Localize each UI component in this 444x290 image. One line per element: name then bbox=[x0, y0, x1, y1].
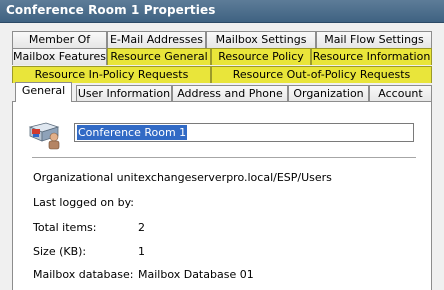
window-title: Conference Room 1 Properties bbox=[6, 3, 216, 17]
tab-resource-general[interactable]: Resource General bbox=[107, 48, 211, 65]
conference-room-mailbox-icon bbox=[26, 119, 66, 154]
last-logged-on-by-label: Last logged on by: bbox=[33, 196, 135, 209]
tab-resource-out-of-policy-requests[interactable]: Resource Out-of-Policy Requests bbox=[211, 66, 432, 83]
organizational-unit-value: exchangeserverpro.local/ESP/Users bbox=[138, 171, 332, 184]
display-name-field[interactable]: Conference Room 1 bbox=[74, 123, 414, 142]
tab-user-information[interactable]: User Information bbox=[76, 85, 172, 102]
tab-organization[interactable]: Organization bbox=[288, 85, 369, 102]
separator-line bbox=[32, 157, 416, 158]
title-bar[interactable]: Conference Room 1 Properties bbox=[0, 0, 444, 23]
tab-mail-flow-settings[interactable]: Mail Flow Settings bbox=[316, 31, 432, 48]
tab-address-and-phone[interactable]: Address and Phone bbox=[172, 85, 288, 102]
tab-resource-information[interactable]: Resource Information bbox=[311, 48, 432, 65]
display-name-text: Conference Room 1 bbox=[77, 125, 188, 140]
tab-account[interactable]: Account bbox=[369, 85, 432, 102]
tab-general[interactable]: General bbox=[15, 82, 72, 102]
total-items-value: 2 bbox=[138, 221, 145, 234]
tab-member-of[interactable]: Member Of bbox=[12, 31, 107, 48]
mailbox-database-label: Mailbox database: bbox=[33, 268, 134, 281]
tab-mailbox-features[interactable]: Mailbox Features bbox=[12, 48, 107, 65]
size-kb-value: 1 bbox=[138, 245, 145, 258]
tab-resource-policy[interactable]: Resource Policy bbox=[211, 48, 311, 65]
mailbox-database-value: Mailbox Database 01 bbox=[138, 268, 254, 281]
organizational-unit-label: Organizational unit: bbox=[33, 171, 142, 184]
total-items-label: Total items: bbox=[33, 221, 97, 234]
size-kb-label: Size (KB): bbox=[33, 245, 87, 258]
tab-resource-in-policy-requests[interactable]: Resource In-Policy Requests bbox=[12, 66, 211, 83]
tab-email-addresses[interactable]: E-Mail Addresses bbox=[107, 31, 206, 48]
tab-mailbox-settings[interactable]: Mailbox Settings bbox=[206, 31, 316, 48]
